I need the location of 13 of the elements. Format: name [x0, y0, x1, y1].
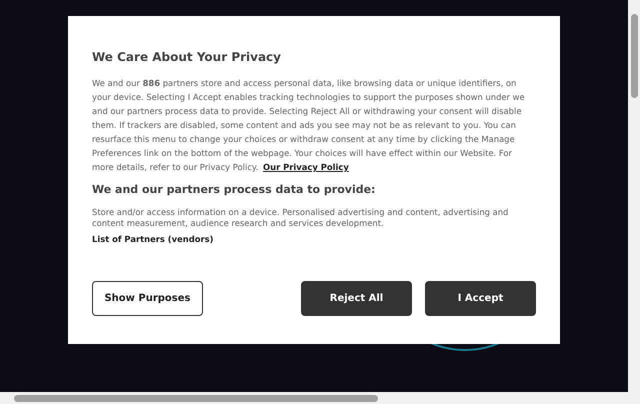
horizontal-scrollbar[interactable]	[0, 392, 628, 404]
show-purposes-button[interactable]: Show Purposes	[92, 281, 203, 316]
purposes-text: Store and/or access information on a device. Personalised advertising and content, advertising and content measurement, audience research and services development.	[92, 206, 510, 228]
partners-link[interactable]: List of Partners (vendors)	[92, 232, 214, 246]
scrollbar-thumb[interactable]	[630, 14, 638, 98]
accept-button[interactable]: I Accept	[425, 281, 536, 316]
scrollbar-thumb[interactable]	[14, 394, 378, 402]
section-heading: We and our partners process data to provide:	[92, 182, 376, 198]
privacy-text: We and our 886 partners store and access personal data, like browsing data or unique identifiers, on your device. Selecting I Accept enables tracking technologies to support the purposes shown under we and our partners process data to provide. Selecting Reject All or withdrawing your consent will disable them. If trackers are disabled, some content and ads you see may not be as relevant to you. You can resurface this menu to change your choices or withdraw consent at any time by clicking the Manage Preferences link on the bottom of the webpage. Your choices will have effect within our Website. For more details, refer to our Privacy Policy. Our Privacy Policy	[92, 77, 526, 174]
privacy-policy-link[interactable]: Our Privacy Policy	[263, 162, 349, 172]
vertical-scrollbar[interactable]	[628, 0, 640, 404]
reject-button[interactable]: Reject All	[301, 281, 412, 316]
dialog-title: We Care About Your Privacy	[92, 49, 282, 66]
